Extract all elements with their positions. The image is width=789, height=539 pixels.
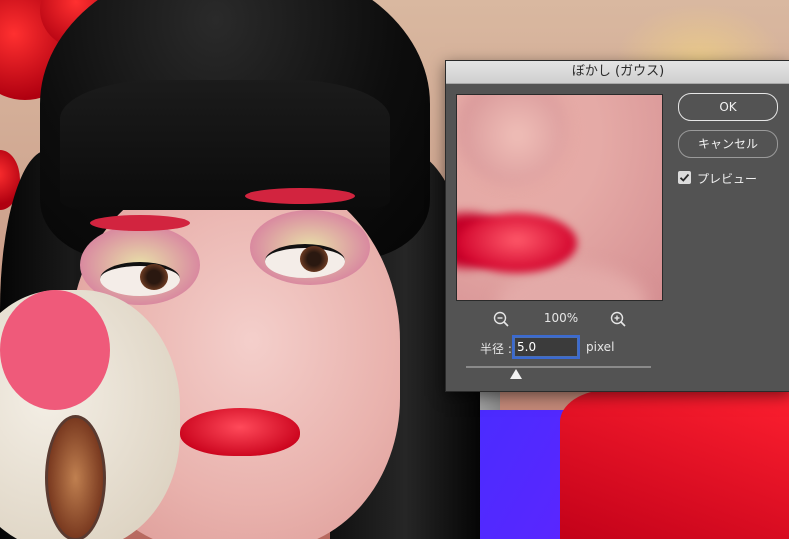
cancel-button[interactable]: キャンセル: [678, 130, 778, 158]
radius-label: 半径 :: [480, 342, 512, 356]
fox-mask-pink: [0, 290, 110, 410]
blur-preview[interactable]: [456, 94, 663, 301]
fox-mask-eye: [45, 415, 106, 539]
dialog-title: ぼかし (ガウス): [571, 64, 665, 79]
radius-slider-thumb[interactable]: [509, 369, 522, 379]
preview-nose: [457, 95, 567, 185]
zoom-controls: 100%: [456, 309, 661, 331]
radius-unit: pixel: [586, 340, 615, 354]
iris-right: [300, 246, 328, 272]
radius-slider-track[interactable]: [466, 366, 651, 368]
gaussian-blur-dialog: ぼかし (ガウス) 100% 半径 : pixel: [445, 60, 789, 392]
brow-left: [90, 215, 190, 231]
checkmark-icon: [679, 173, 690, 182]
radius-slider[interactable]: [466, 366, 651, 380]
preview-checkbox[interactable]: [678, 171, 691, 184]
brow-right: [245, 188, 355, 204]
iris-left: [140, 264, 168, 290]
preview-label: プレビュー: [697, 172, 758, 186]
ok-button[interactable]: OK: [678, 93, 778, 121]
kimono-red: [560, 390, 789, 539]
dialog-titlebar[interactable]: ぼかし (ガウス): [446, 61, 789, 84]
lips: [180, 408, 300, 456]
preview-lips: [457, 213, 577, 273]
radius-input[interactable]: [512, 335, 580, 359]
zoom-out-icon[interactable]: [491, 309, 513, 331]
zoom-level: 100%: [543, 311, 579, 325]
zoom-in-icon[interactable]: [608, 309, 630, 331]
radius-row: 半径 : pixel: [476, 335, 736, 359]
